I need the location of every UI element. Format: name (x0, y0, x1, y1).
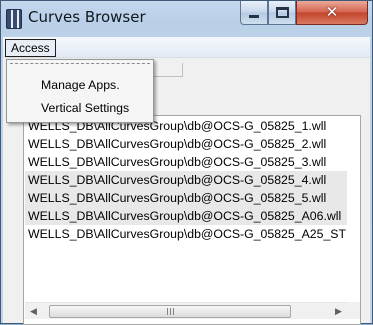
maximize-button[interactable] (268, 1, 296, 25)
close-icon: ✕ (325, 3, 339, 21)
list-item[interactable]: WELLS_DB\AllCurvesGroup\db@OCS-G_05825_4… (25, 171, 347, 189)
list-item[interactable]: WELLS_DB\AllCurvesGroup\db@OCS-G_05825_3… (25, 153, 347, 171)
app-icon[interactable] (6, 9, 22, 29)
list-item[interactable]: WELLS_DB\AllCurvesGroup\db@OCS-G_05825_A… (25, 225, 347, 243)
horizontal-scrollbar[interactable]: ◀ ▶ (25, 302, 347, 319)
menu-tear-off-line (10, 63, 150, 64)
grip-icon (166, 308, 174, 315)
maximize-icon (275, 7, 289, 18)
size-grip (347, 302, 360, 319)
window-title: Curves Browser (28, 8, 146, 26)
title-bar[interactable]: Curves Browser ✕ (1, 1, 372, 37)
list-item[interactable]: WELLS_DB\AllCurvesGroup\db@OCS-G_05825_5… (25, 189, 347, 207)
close-button[interactable]: ✕ (296, 1, 368, 25)
window-frame: Curves Browser ✕ Access WELLS_DB\AllCurv… (0, 0, 373, 325)
list-right-edge (347, 116, 360, 324)
scroll-left-icon[interactable]: ◀ (25, 303, 42, 320)
menu-bar: Access (3, 37, 370, 58)
menu-item-manage-apps[interactable]: Manage Apps. (8, 74, 152, 96)
list-item[interactable]: WELLS_DB\AllCurvesGroup\db@OCS-G_05825_A… (25, 207, 347, 225)
access-dropdown-menu: Manage Apps. Vertical Settings (6, 59, 154, 123)
minimize-button[interactable] (240, 1, 268, 25)
minimize-icon (249, 15, 259, 18)
scrollbar-thumb[interactable] (49, 305, 291, 318)
menu-access[interactable]: Access (5, 39, 56, 57)
list-item[interactable]: WELLS_DB\AllCurvesGroup\db@OCS-G_05825_2… (25, 135, 347, 153)
scroll-right-icon[interactable]: ▶ (330, 303, 347, 320)
tab-edge (153, 63, 183, 77)
menu-item-vertical-settings[interactable]: Vertical Settings (8, 97, 152, 119)
curves-listbox[interactable]: WELLS_DB\AllCurvesGroup\db@OCS-G_05825_1… (23, 115, 361, 325)
